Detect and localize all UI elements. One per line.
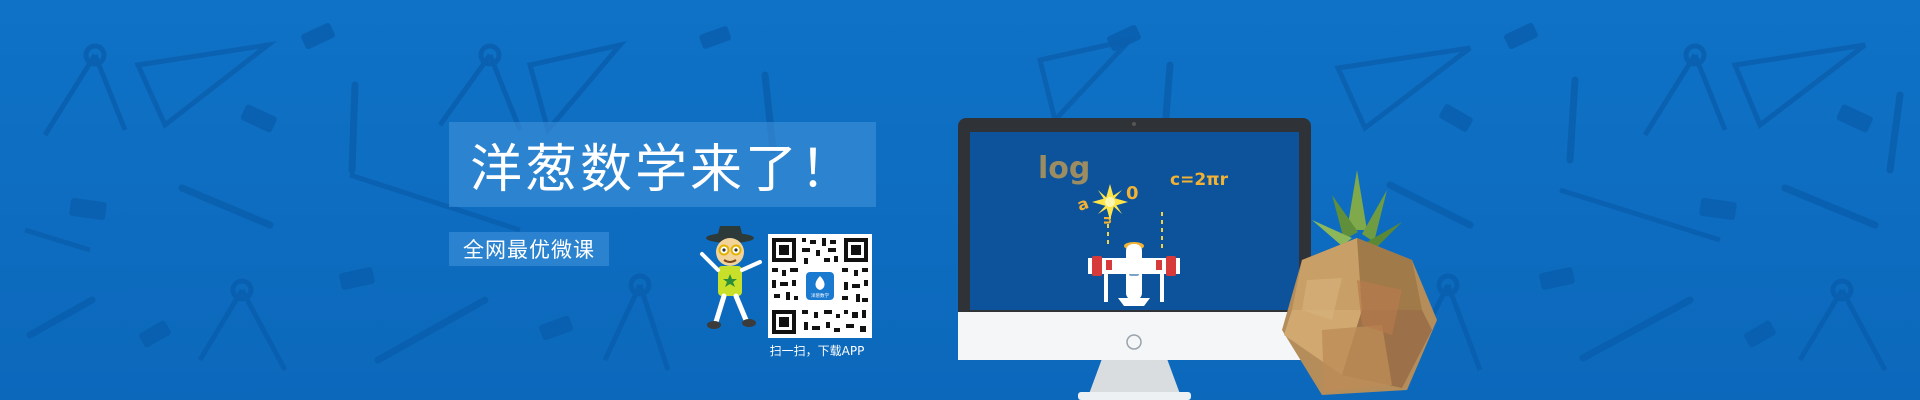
letter-n: n	[1101, 216, 1115, 225]
headline-box: 洋葱数学来了！	[449, 122, 876, 207]
qr-code-icon[interactable]: 洋葱数学	[768, 234, 872, 338]
qr-logo-text: 洋葱数学	[811, 292, 829, 299]
formula-log: log	[1038, 151, 1090, 186]
mascot-character-icon	[700, 226, 762, 329]
headline: 洋葱数学来了！	[469, 140, 855, 200]
monitor-icon: log c=2πr a 0 n	[958, 118, 1311, 400]
qr-caption: 扫一扫，下载APP	[769, 344, 865, 358]
letter-o: 0	[1126, 183, 1139, 204]
pineapple-icon	[1282, 170, 1437, 395]
formula-circle: c=2πr	[1170, 170, 1229, 190]
subtitle: 全网最优微课	[463, 238, 595, 262]
hero-banner[interactable]: 洋葱数学来了！ 全网最优微课 洋葱数学 扫一扫，下载APP log c=2πr …	[0, 0, 1920, 400]
subtitle-box: 全网最优微课	[449, 232, 609, 266]
